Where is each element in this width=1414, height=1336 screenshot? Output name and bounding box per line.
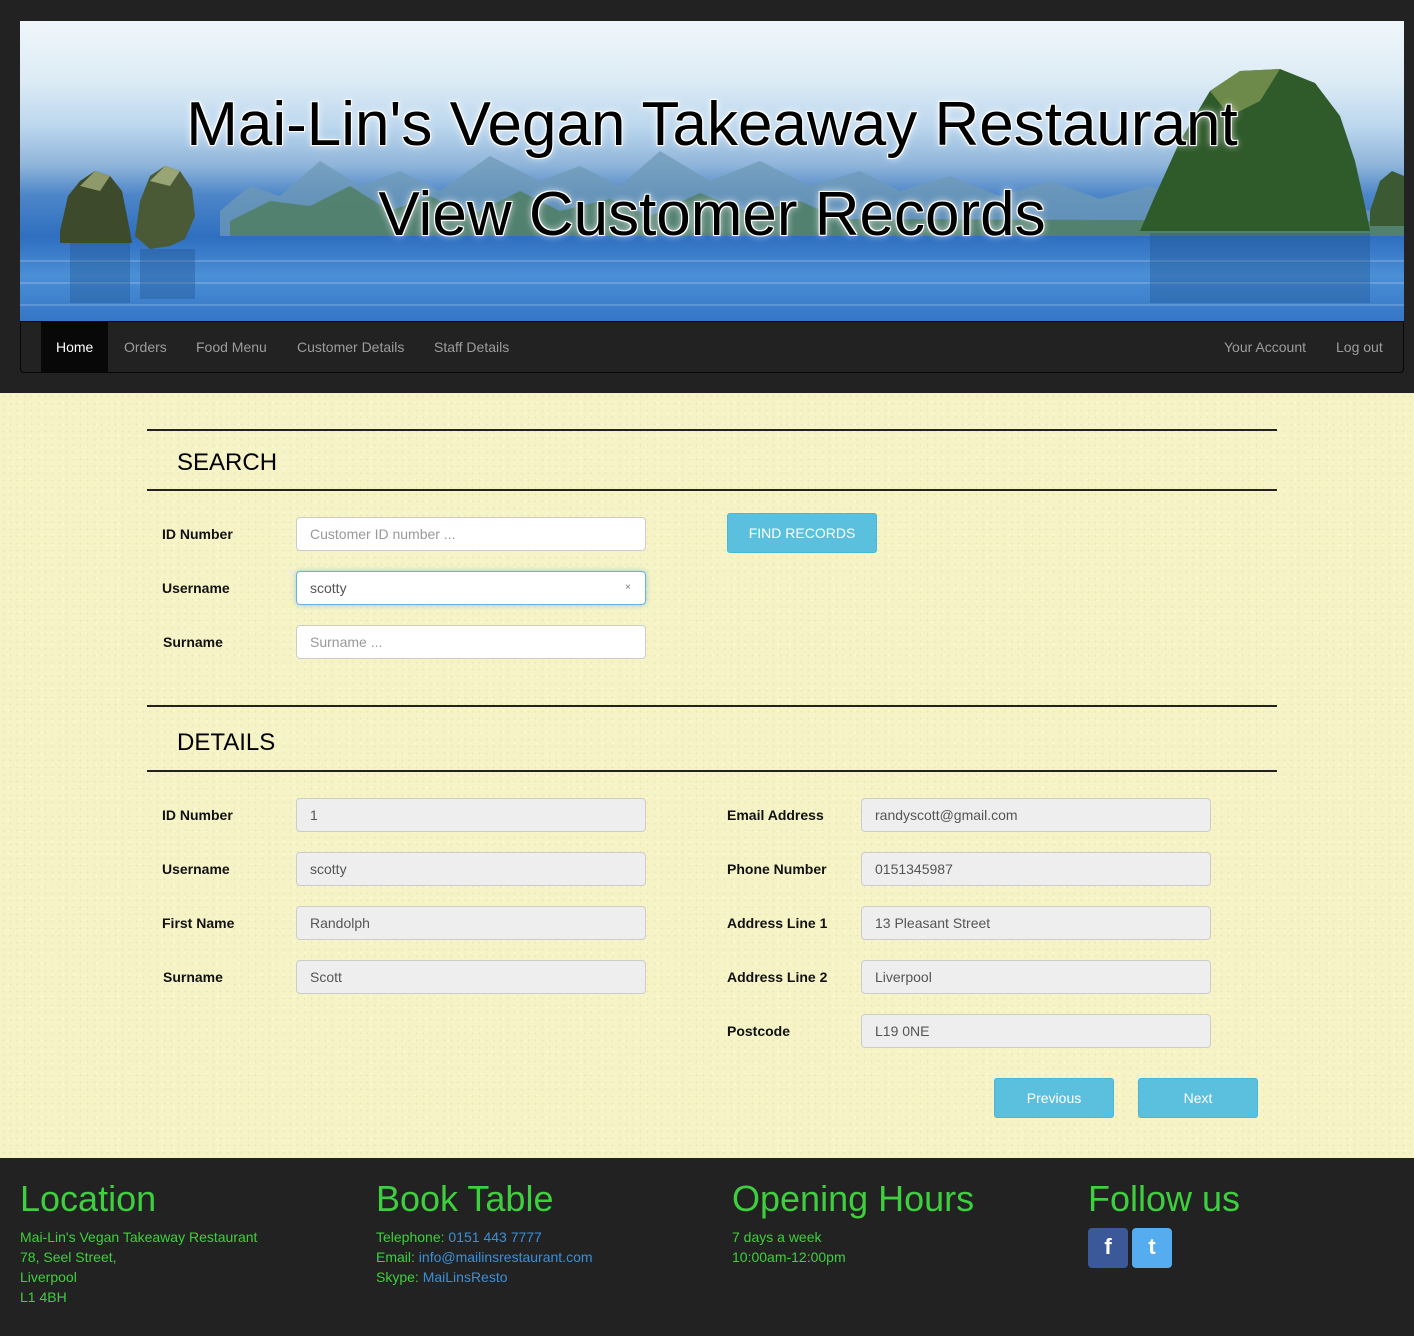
details-surname-label: Surname xyxy=(163,969,223,985)
nav-your-account[interactable]: Your Account xyxy=(1209,322,1321,372)
nav-home[interactable]: Home xyxy=(41,322,109,372)
details-postcode-field: L19 0NE xyxy=(861,1014,1211,1048)
footer-email-line: Email: info@mailinsrestaurant.com xyxy=(376,1249,593,1265)
details-address1-label: Address Line 1 xyxy=(727,915,828,931)
footer-location-line: Mai-Lin's Vegan Takeaway Restaurant xyxy=(20,1229,258,1245)
twitter-icon[interactable]: t xyxy=(1132,1228,1172,1268)
facebook-icon[interactable]: f xyxy=(1088,1228,1128,1268)
main-content: SEARCH ID Number Username × Surname FIND… xyxy=(0,393,1414,1158)
nav-food-menu[interactable]: Food Menu xyxy=(181,322,282,372)
search-username-label: Username xyxy=(162,580,230,596)
header-area: Mai-Lin's Vegan Takeaway Restaurant View… xyxy=(0,3,1414,393)
previous-button[interactable]: Previous xyxy=(994,1078,1114,1118)
details-address2-label: Address Line 2 xyxy=(727,969,828,985)
details-email-field: randyscott@gmail.com xyxy=(861,798,1211,832)
banner: Mai-Lin's Vegan Takeaway Restaurant View… xyxy=(20,21,1404,321)
clear-icon[interactable]: × xyxy=(625,582,631,593)
search-heading: SEARCH xyxy=(177,449,278,476)
search-top-divider xyxy=(147,429,1277,431)
bay-landscape-image xyxy=(20,69,1404,306)
navbar: Home Orders Food Menu Customer Details S… xyxy=(20,321,1404,373)
details-top-divider xyxy=(147,705,1277,707)
email-link[interactable]: info@mailinsrestaurant.com xyxy=(419,1249,593,1265)
nav-staff-details[interactable]: Staff Details xyxy=(419,322,524,372)
footer-location-line: L1 4BH xyxy=(20,1289,67,1305)
footer-location-line: Liverpool xyxy=(20,1269,77,1285)
footer: Location Mai-Lin's Vegan Takeaway Restau… xyxy=(0,1158,1414,1336)
details-phone-field: 0151345987 xyxy=(861,852,1211,886)
details-bottom-divider xyxy=(147,770,1277,772)
site-title: Mai-Lin's Vegan Takeaway Restaurant xyxy=(186,90,1238,159)
nav-orders[interactable]: Orders xyxy=(109,322,182,372)
search-username-input[interactable] xyxy=(296,571,646,605)
telephone-label: Telephone: xyxy=(376,1229,445,1245)
details-address1-field: 13 Pleasant Street xyxy=(861,906,1211,940)
next-button[interactable]: Next xyxy=(1138,1078,1258,1118)
details-username-field: scotty xyxy=(296,852,646,886)
footer-skype-line: Skype: MaiLinsResto xyxy=(376,1269,508,1285)
search-bottom-divider xyxy=(147,489,1277,491)
search-surname-input[interactable] xyxy=(296,625,646,659)
details-username-label: Username xyxy=(162,861,230,877)
details-postcode-label: Postcode xyxy=(727,1023,791,1039)
page-subtitle: View Customer Records xyxy=(378,180,1046,249)
details-id-label: ID Number xyxy=(162,807,233,823)
details-first-name-label: First Name xyxy=(162,915,235,931)
footer-telephone-line: Telephone: 0151 443 7777 xyxy=(376,1229,542,1245)
footer-hours-heading: Opening Hours xyxy=(732,1178,975,1219)
details-heading: DETAILS xyxy=(177,729,276,756)
skype-link[interactable]: MaiLinsResto xyxy=(423,1269,508,1285)
nav-log-out[interactable]: Log out xyxy=(1321,322,1398,372)
details-phone-label: Phone Number xyxy=(727,861,827,877)
footer-hours-line: 10:00am-12:00pm xyxy=(732,1249,846,1265)
footer-location-line: 78, Seel Street, xyxy=(20,1249,117,1265)
details-address2-field: Liverpool xyxy=(861,960,1211,994)
skype-label: Skype: xyxy=(376,1269,419,1285)
search-id-input[interactable] xyxy=(296,517,646,551)
find-records-button[interactable]: FIND RECORDS xyxy=(727,513,877,553)
nav-customer-details[interactable]: Customer Details xyxy=(282,322,419,372)
footer-follow-heading: Follow us xyxy=(1088,1178,1241,1219)
details-surname-field: Scott xyxy=(296,960,646,994)
footer-hours-line: 7 days a week xyxy=(732,1229,822,1245)
email-label: Email: xyxy=(376,1249,415,1265)
search-id-label: ID Number xyxy=(162,526,233,542)
details-first-name-field: Randolph xyxy=(296,906,646,940)
footer-location-heading: Location xyxy=(20,1178,157,1219)
details-email-label: Email Address xyxy=(727,807,824,823)
details-id-field: 1 xyxy=(296,798,646,832)
footer-book-heading: Book Table xyxy=(376,1178,554,1219)
search-surname-label: Surname xyxy=(163,634,223,650)
telephone-link[interactable]: 0151 443 7777 xyxy=(448,1229,541,1245)
